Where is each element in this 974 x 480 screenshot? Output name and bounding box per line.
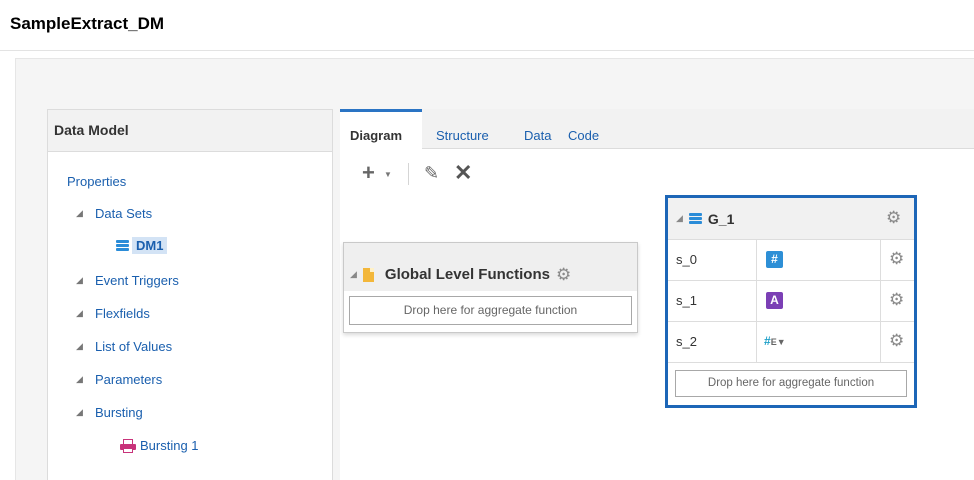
x-icon[interactable]: ✕ (454, 160, 472, 186)
tree-item-event-triggers[interactable]: ◢ Event Triggers (76, 273, 179, 288)
tree-item-label: Properties (67, 174, 127, 189)
tree-item-dm1[interactable]: DM1 (116, 237, 168, 254)
tab-structure[interactable]: Structure (436, 128, 489, 143)
field-row[interactable]: s_0 # ⚙ (668, 240, 914, 281)
tab-strip: Diagram Structure Data Code (340, 109, 974, 149)
gear-icon[interactable]: ⚙ (889, 249, 904, 269)
expand-arrow-icon[interactable]: ◢ (76, 275, 90, 286)
expand-arrow-icon[interactable]: ◢ (76, 341, 90, 352)
global-functions-title: Global Level Functions (384, 266, 550, 283)
tree-item-label: Event Triggers (95, 273, 179, 288)
group-title: G_1 (707, 210, 735, 227)
title-divider (0, 50, 974, 51)
tree-item-data-sets[interactable]: ◢ Data Sets (76, 206, 152, 221)
field-row[interactable]: s_1 A ⚙ (668, 281, 914, 322)
expand-arrow-icon[interactable]: ◢ (76, 374, 90, 385)
global-level-functions-box[interactable]: ◢ Global Level Functions ⚙ Drop here for… (343, 242, 638, 333)
page-title: SampleExtract_DM (10, 14, 165, 33)
number-type-icon[interactable]: # (766, 251, 783, 268)
tree-item-bursting[interactable]: ◢ Bursting (76, 405, 143, 420)
tab-code[interactable]: Code (568, 128, 599, 143)
tree-item-label: Flexfields (95, 306, 150, 321)
text-type-icon[interactable]: A (766, 292, 783, 309)
tree-item-label: Parameters (95, 372, 163, 387)
expression-type-icon[interactable]: #E▼ (764, 334, 786, 348)
global-functions-header: ◢ Global Level Functions ⚙ (344, 243, 637, 291)
tree-item-label: Bursting (95, 405, 143, 420)
collapse-arrow-icon[interactable]: ◢ (676, 213, 683, 224)
active-tab-indicator (340, 109, 422, 112)
tree-item-flexfields[interactable]: ◢ Flexfields (76, 306, 150, 321)
gear-icon[interactable]: ⚙ (556, 265, 571, 285)
collapse-arrow-icon[interactable]: ◢ (350, 269, 357, 280)
field-name: s_2 (676, 334, 697, 349)
pencil-icon[interactable]: ✎ (424, 163, 439, 184)
gear-icon[interactable]: ⚙ (889, 290, 904, 310)
plus-icon[interactable]: + (362, 162, 375, 184)
document-icon (362, 267, 374, 282)
printer-icon (120, 438, 136, 453)
expand-arrow-icon[interactable]: ◢ (76, 407, 90, 418)
tree-item-list-of-values[interactable]: ◢ List of Values (76, 339, 172, 354)
gear-icon[interactable]: ⚙ (886, 208, 901, 228)
group-g1-box[interactable]: ◢ G_1 ⚙ s_0 # ⚙ s_1 A ⚙ s_2 #E▼ ⚙ Drop h… (665, 195, 917, 408)
field-name: s_1 (676, 293, 697, 308)
data-set-icon (116, 239, 129, 252)
field-row[interactable]: s_2 #E▼ ⚙ (668, 322, 914, 363)
toolbar-divider (408, 163, 409, 185)
tree-item-label: Bursting 1 (140, 438, 199, 453)
group-header: ◢ G_1 ⚙ (668, 198, 914, 240)
chevron-down-icon[interactable]: ▼ (384, 170, 392, 179)
data-model-panel: Data Model Properties ◢ Data Sets DM1 ◢ … (47, 109, 333, 480)
field-name: s_0 (676, 252, 697, 267)
tree-item-bursting-1[interactable]: Bursting 1 (120, 438, 199, 453)
tab-data[interactable]: Data (524, 128, 551, 143)
expand-arrow-icon[interactable]: ◢ (76, 208, 90, 219)
aggregate-drop-zone[interactable]: Drop here for aggregate function (349, 296, 632, 325)
data-model-header: Data Model (48, 110, 332, 152)
gear-icon[interactable]: ⚙ (889, 331, 904, 351)
tree-item-label: DM1 (132, 237, 168, 254)
aggregate-drop-zone[interactable]: Drop here for aggregate function (675, 370, 907, 397)
tree-item-properties[interactable]: Properties (67, 174, 126, 189)
tree-item-label: Data Sets (95, 206, 153, 221)
tab-diagram[interactable]: Diagram (350, 128, 402, 143)
expand-arrow-icon[interactable]: ◢ (76, 308, 90, 319)
tree-item-label: List of Values (95, 339, 173, 354)
data-set-icon (688, 212, 702, 225)
tree-item-parameters[interactable]: ◢ Parameters (76, 372, 162, 387)
